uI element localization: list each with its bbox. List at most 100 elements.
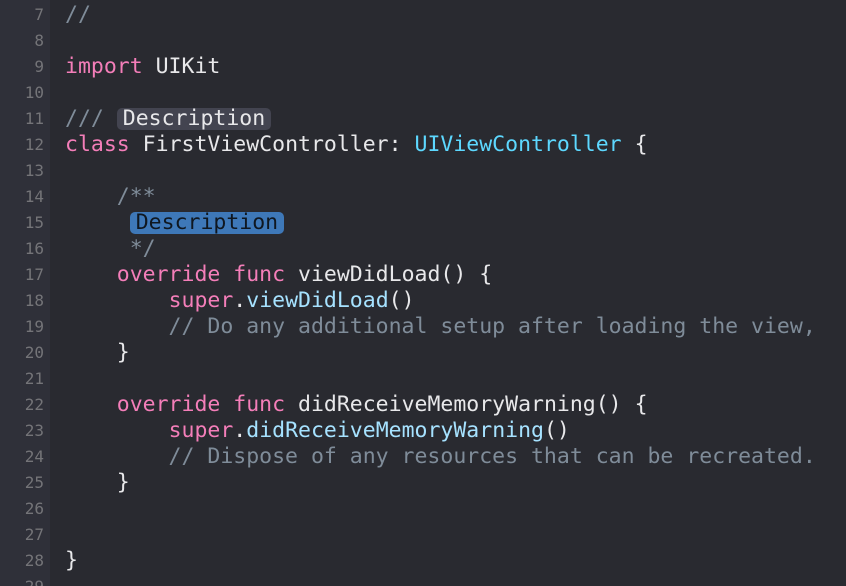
code-line[interactable]: 11 /// Description — [0, 106, 846, 132]
code-text[interactable]: super.viewDidLoad() — [65, 288, 415, 314]
placeholder-token[interactable]: Description — [116, 108, 272, 130]
code-text[interactable]: /** — [65, 184, 156, 210]
code-line[interactable]: 29 — [0, 574, 846, 586]
code-token: override — [116, 392, 221, 417]
code-text[interactable]: class FirstViewController: UIViewControl… — [65, 132, 648, 158]
code-line[interactable]: 22 override func didReceiveMemoryWarning… — [0, 392, 846, 418]
code-text[interactable]: } — [65, 340, 130, 366]
code-line[interactable]: 24 // Dispose of any resources that can … — [0, 444, 846, 470]
code-text[interactable]: /// Description — [65, 106, 272, 132]
code-token: . — [233, 288, 247, 313]
code-token: () — [543, 418, 570, 443]
code-text[interactable]: override func viewDidLoad() { — [65, 262, 492, 288]
code-text[interactable]: } — [65, 470, 130, 496]
code-text[interactable]: super.didReceiveMemoryWarning() — [65, 418, 570, 444]
line-number: 29 — [0, 574, 44, 586]
line-number: 15 — [24, 213, 44, 232]
code-token: */ — [65, 236, 156, 261]
code-token: didReceiveMemoryWarning() { — [285, 392, 648, 417]
code-line[interactable]: 13 — [0, 158, 846, 184]
code-text[interactable]: } — [65, 548, 78, 574]
code-token: // Do any additional setup after loading… — [65, 314, 816, 339]
line-number: 26 — [24, 499, 44, 518]
line-number: 27 — [24, 525, 44, 544]
code-line[interactable]: 18 super.viewDidLoad() — [0, 288, 846, 314]
code-token: viewDidLoad() { — [285, 262, 493, 287]
code-line[interactable]: 10 — [0, 80, 846, 106]
line-number: 9 — [34, 57, 44, 76]
code-text[interactable]: // Dispose of any resources that can be … — [65, 444, 816, 470]
code-text[interactable]: // Do any additional setup after loading… — [65, 314, 816, 340]
code-line[interactable]: 28} — [0, 548, 846, 574]
code-token: } — [65, 548, 78, 573]
line-number: 8 — [34, 31, 44, 50]
code-line[interactable]: 25 } — [0, 470, 846, 496]
line-number: 13 — [24, 161, 44, 180]
line-number: 12 — [24, 135, 44, 154]
code-token: // — [65, 2, 91, 27]
code-token: import — [65, 54, 143, 79]
code-line[interactable]: 15 Description — [0, 210, 846, 236]
code-text[interactable]: Description — [65, 210, 285, 236]
code-line[interactable]: 16 */ — [0, 236, 846, 262]
line-number: 21 — [24, 369, 44, 388]
code-token: super — [168, 418, 234, 443]
line-number: 18 — [24, 291, 44, 310]
code-line[interactable]: 14 /** — [0, 184, 846, 210]
code-token: } — [65, 470, 130, 495]
code-line[interactable]: 20 } — [0, 340, 846, 366]
line-number: 22 — [24, 395, 44, 414]
code-line[interactable]: 8 — [0, 28, 846, 54]
code-token: FirstViewController: — [129, 132, 415, 157]
code-line[interactable]: 21 — [0, 366, 846, 392]
code-text[interactable]: import UIKit — [65, 54, 220, 80]
code-line[interactable]: 19 // Do any additional setup after load… — [0, 314, 846, 340]
line-number: 7 — [34, 5, 44, 24]
code-token: /// — [65, 106, 117, 131]
code-token: () — [388, 288, 415, 313]
code-token: . — [233, 418, 247, 443]
line-number: 11 — [24, 109, 44, 128]
code-token: class — [65, 132, 130, 157]
line-number: 10 — [24, 83, 44, 102]
code-text[interactable]: override func didReceiveMemoryWarning() … — [65, 392, 648, 418]
line-number: 25 — [24, 473, 44, 492]
code-token: { — [621, 132, 648, 157]
code-line[interactable]: 26 — [0, 496, 846, 522]
code-line[interactable]: 7 // — [0, 2, 846, 28]
code-token: } — [65, 340, 130, 365]
code-token: super — [168, 288, 234, 313]
code-text[interactable]: */ — [65, 236, 156, 262]
code-token: // Dispose of any resources that can be … — [65, 444, 816, 469]
code-token: func — [233, 392, 286, 417]
code-line[interactable]: 12 class FirstViewController: UIViewContr… — [0, 132, 846, 158]
line-number: 28 — [24, 551, 44, 570]
line-number: 14 — [24, 187, 44, 206]
line-number: 17 — [24, 265, 44, 284]
code-token: viewDidLoad — [246, 288, 389, 313]
placeholder-token[interactable]: Description — [129, 212, 285, 234]
line-number: 24 — [24, 447, 44, 466]
code-token: /** — [65, 184, 156, 209]
code-line[interactable]: 27 — [0, 522, 846, 548]
code-line[interactable]: 17 override func viewDidLoad() { — [0, 262, 846, 288]
line-number: 20 — [24, 343, 44, 362]
line-number: 23 — [24, 421, 44, 440]
code-token: UIViewController — [414, 132, 622, 157]
code-token: override — [116, 262, 221, 287]
code-line[interactable]: 9 import UIKit — [0, 54, 846, 80]
code-editor[interactable]: 7 // 8 9 import UIKit 10 11 /// Description 12 cl… — [0, 0, 846, 586]
code-text[interactable]: // — [65, 2, 91, 28]
line-number: 19 — [24, 317, 44, 336]
code-token: UIKit — [142, 54, 221, 79]
code-token: func — [233, 262, 286, 287]
line-number: 16 — [24, 239, 44, 258]
code-line[interactable]: 23 super.didReceiveMemoryWarning() — [0, 418, 846, 444]
